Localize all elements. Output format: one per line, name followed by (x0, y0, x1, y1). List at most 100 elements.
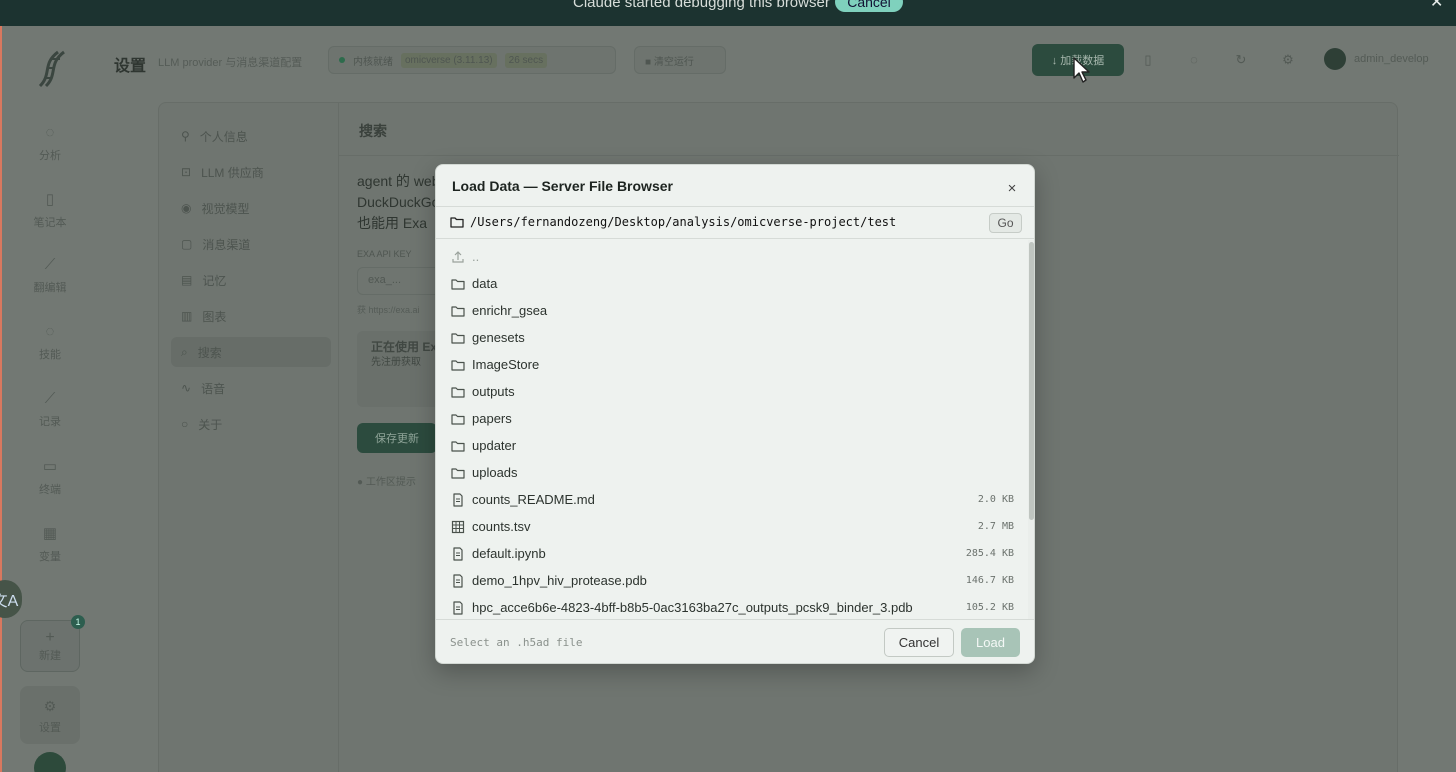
variable-icon: ▦ (42, 525, 58, 542)
file-row[interactable]: counts.tsv 2.7 MB (436, 514, 1028, 541)
rail-item-log[interactable]: ⟋ 记录 (32, 390, 68, 429)
rail-item-label: 变量 (39, 551, 61, 563)
file-list-scrollbar[interactable] (1028, 240, 1034, 619)
entry-name: enrichr_gsea (472, 303, 548, 318)
refresh-icon[interactable]: ↻ (1233, 52, 1249, 68)
folder-row[interactable]: ImageStore (436, 352, 1028, 379)
entry-size: 2.7 MB (977, 521, 1014, 532)
info-icon[interactable]: ◌ (1186, 52, 1202, 68)
file-icon (453, 547, 463, 561)
chat-icon: ◌ (45, 124, 55, 141)
rail-item-analysis[interactable]: ◌ 分析 (32, 124, 68, 163)
path-bar: /Users/fernandozeng/Desktop/analysis/omi… (436, 206, 1034, 239)
settings-nav-channels[interactable]: ▢ 消息渠道 (171, 229, 331, 259)
panel-icon[interactable]: ▯ (1140, 52, 1156, 68)
settings-nav-profile[interactable]: ⚲ 个人信息 (171, 121, 331, 151)
entry-name: data (472, 276, 498, 291)
debug-cancel-button[interactable]: Cancel (835, 0, 903, 12)
memory-icon: ▤ (181, 273, 193, 287)
settings-label: 设置 (39, 722, 61, 734)
rail-item-label: 记录 (39, 416, 61, 428)
nav-label: LLM 供应商 (201, 165, 264, 180)
debug-banner-text: Claude started debugging this browser (573, 0, 830, 11)
new-button[interactable]: 1 + 新建 (20, 615, 85, 672)
folder-row[interactable]: genesets (436, 325, 1028, 352)
app-logo (32, 44, 72, 90)
folder-icon (451, 306, 465, 317)
info-box-subtitle: 先注册获取 (371, 357, 421, 368)
nav-label: 图表 (202, 309, 227, 324)
folder-icon (451, 441, 465, 452)
search-icon: ⌕ (181, 344, 188, 359)
settings-nav-about[interactable]: ○ 关于 (171, 409, 331, 439)
path-input[interactable]: /Users/fernandozeng/Desktop/analysis/omi… (470, 215, 896, 229)
rail-item-terminal[interactable]: ▭ 终端 (32, 457, 68, 497)
new-label: 新建 (39, 650, 61, 662)
section-title: 搜索 (359, 123, 387, 139)
api-key-hint: 获 https://exa.ai (357, 305, 420, 315)
go-button[interactable]: Go (989, 213, 1022, 233)
save-button[interactable]: 保存更新 (357, 423, 437, 453)
user-icon: ⚲ (181, 129, 190, 143)
folder-row[interactable]: outputs (436, 379, 1028, 406)
rail-item-notebook[interactable]: ▯ 笔记本 (32, 190, 68, 230)
entry-name: .. (472, 249, 480, 264)
settings-button[interactable]: ⚙ 设置 (20, 686, 80, 744)
rail-item-variables[interactable]: ▦ 变量 (32, 524, 68, 564)
nav-label: 消息渠道 (202, 237, 251, 252)
settings-nav-charts[interactable]: ▥ 图表 (171, 301, 331, 331)
terminal-icon: ▭ (42, 458, 58, 475)
load-button[interactable]: Load (961, 628, 1020, 657)
folder-row[interactable]: data (436, 271, 1028, 298)
mouse-cursor-icon (1073, 57, 1090, 83)
folder-icon (451, 333, 465, 344)
eye-icon: ◉ (181, 201, 192, 215)
settings-nav-search[interactable]: ⌕ 搜索 (171, 337, 331, 367)
entry-name: default.ipynb (472, 546, 546, 561)
settings-nav-llm[interactable]: ⊡ LLM 供应商 (171, 157, 331, 187)
folder-row[interactable]: uploads (436, 460, 1028, 487)
user-menu[interactable]: admin_develop (1324, 48, 1429, 70)
file-row[interactable]: demo_1hpv_hiv_protease.pdb 146.7 KB (436, 568, 1028, 595)
settings-nav-memory[interactable]: ▤ 记忆 (171, 265, 331, 295)
rail-item-skills[interactable]: ◌ 技能 (32, 323, 68, 362)
file-row[interactable]: default.ipynb 285.4 KB (436, 541, 1028, 568)
folder-up-icon (452, 251, 464, 263)
user-avatar[interactable] (34, 752, 66, 772)
skill-icon: ◌ (45, 323, 55, 340)
folder-icon (451, 414, 465, 425)
settings-nav-voice[interactable]: ∿ 语音 (171, 373, 331, 403)
close-icon[interactable]: × (1002, 179, 1022, 199)
settings-nav-vision[interactable]: ◉ 视觉模型 (171, 193, 331, 223)
rail-item-label: 分析 (39, 150, 61, 162)
info-icon: ○ (181, 417, 189, 431)
folder-row[interactable]: enrichr_gsea (436, 298, 1028, 325)
file-list: .. data enrichr_gsea genesets ImageStore out… (436, 240, 1028, 619)
rail-item-label: 笔记本 (33, 217, 67, 229)
kernel-status-pill[interactable]: 内核就绪 omicverse (3.11.13) 26 secs (328, 46, 616, 74)
entry-name: hpc_acce6b6e-4823-4bff-b8b5-0ac3163ba27c… (472, 600, 913, 615)
tool-icon: ⟋ (44, 256, 56, 273)
parent-directory-row[interactable]: .. (436, 244, 1028, 271)
file-icon (453, 601, 463, 615)
folder-icon (450, 217, 464, 228)
clear-run-pill[interactable]: ■ 清空运行 (634, 46, 726, 74)
rail-item-tools[interactable]: ⟋ 翻编辑 (32, 256, 68, 295)
cancel-button[interactable]: Cancel (884, 628, 954, 657)
folder-row[interactable]: papers (436, 406, 1028, 433)
entry-name: genesets (472, 330, 525, 345)
scrollbar-thumb[interactable] (1029, 242, 1034, 520)
folder-row[interactable]: updater (436, 433, 1028, 460)
rail-item-label: 翻编辑 (33, 282, 67, 294)
log-icon: ⟋ (44, 390, 56, 407)
page-subtitle: LLM provider 与消息渠道配置 (158, 57, 303, 69)
entry-name: outputs (472, 384, 515, 399)
username: admin_develop (1354, 53, 1429, 65)
debug-close-icon[interactable]: ✕ (1430, 0, 1443, 12)
dialog-title: Load Data — Server File Browser (452, 178, 673, 194)
selection-hint: Select an .h5ad file (450, 636, 583, 649)
gear-icon[interactable]: ⚙ (1280, 52, 1296, 68)
file-row[interactable]: hpc_acce6b6e-4823-4bff-b8b5-0ac3163ba27c… (436, 595, 1028, 619)
left-rail: ◌ 分析 ▯ 笔记本 ⟋ 翻编辑 ◌ 技能 ⟋ 记录 ▭ 终端 ▦ 变量 1 + 新建 ⚙ 设… (2, 26, 98, 772)
file-row[interactable]: counts_README.md 2.0 KB (436, 487, 1028, 514)
